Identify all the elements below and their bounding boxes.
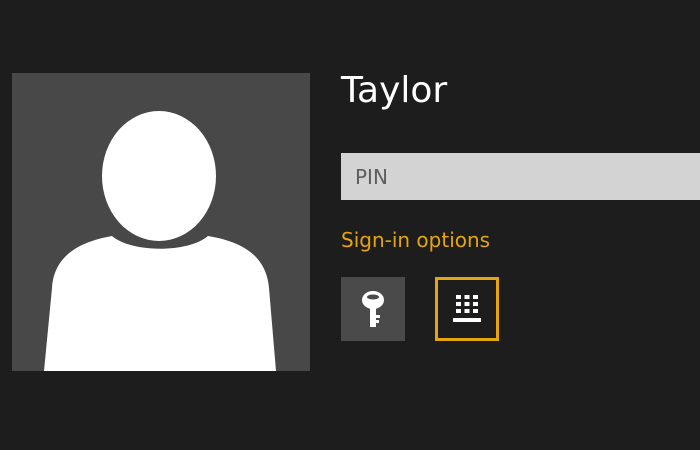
user-name: Taylor xyxy=(341,70,448,111)
key-icon xyxy=(362,291,384,327)
person-silhouette-icon xyxy=(44,111,276,371)
user-avatar xyxy=(12,73,310,371)
keypad-icon xyxy=(453,295,481,322)
sign-in-options-link[interactable]: Sign-in options xyxy=(341,226,490,254)
lock-screen: Taylor Sign-in options xyxy=(0,0,700,450)
password-option-button[interactable] xyxy=(341,277,405,341)
pin-option-button[interactable] xyxy=(435,277,499,341)
pin-input[interactable] xyxy=(341,153,700,200)
